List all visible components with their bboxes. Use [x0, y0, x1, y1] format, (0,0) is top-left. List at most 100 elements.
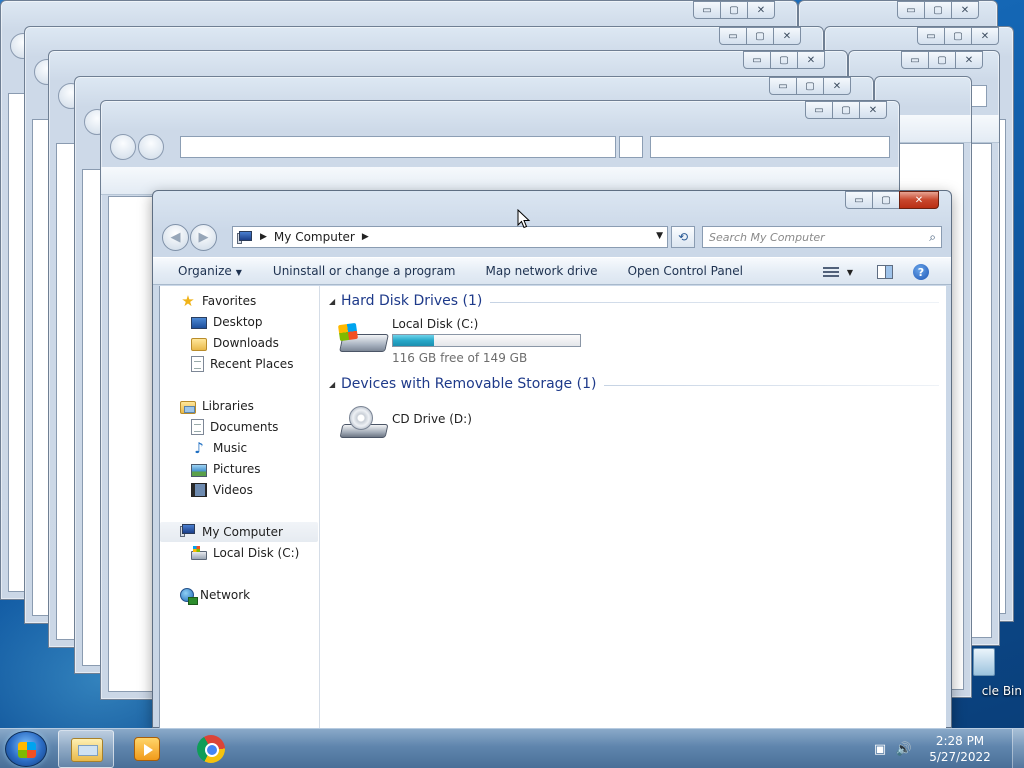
- view-dropdown-icon[interactable]: ▼: [847, 268, 853, 277]
- organize-menu[interactable]: Organize ▼: [153, 264, 242, 278]
- drive-c-name: Local Disk (C:): [392, 317, 479, 331]
- cd-drive-icon: [339, 406, 389, 440]
- start-button[interactable]: [5, 731, 47, 767]
- local-disk-icon: [191, 546, 207, 560]
- hard-disk-icon: [337, 322, 389, 356]
- search-input[interactable]: [709, 230, 909, 244]
- volume-icon[interactable]: 🔊: [896, 741, 912, 757]
- nav-pictures[interactable]: Pictures: [160, 459, 318, 479]
- pictures-icon: [191, 463, 207, 477]
- hard-disk-group-title: Hard Disk Drives (1): [341, 293, 483, 309]
- nav-recent-places[interactable]: Recent Places: [160, 354, 318, 374]
- nav-favorites-label: Favorites: [202, 294, 257, 308]
- drive-item-c[interactable]: Local Disk (C:) 116 GB free of 149 GB: [337, 314, 599, 365]
- chrome-icon: [197, 735, 225, 763]
- help-icon[interactable]: ?: [913, 264, 929, 280]
- window-body: ★ Favorites Desktop Downloads Recent Plac…: [159, 286, 946, 729]
- windows-logo-icon: [18, 742, 36, 758]
- open-control-panel-button[interactable]: Open Control Panel: [598, 264, 743, 278]
- recycle-bin-label: cle Bin: [981, 684, 1022, 698]
- caption-buttons: ▭ ▢ ✕: [845, 191, 939, 211]
- star-icon: ★: [181, 292, 195, 310]
- nav-desktop-label: Desktop: [213, 315, 263, 329]
- group-divider: [604, 384, 939, 386]
- drive-d-name: CD Drive (D:): [392, 412, 472, 426]
- nav-libraries[interactable]: Libraries: [160, 396, 318, 416]
- network-icon: [180, 588, 198, 605]
- nav-network[interactable]: Network: [160, 585, 318, 605]
- recycle-bin-icon: [973, 648, 995, 676]
- preview-pane-icon[interactable]: [877, 265, 893, 279]
- uninstall-program-button[interactable]: Uninstall or change a program: [242, 264, 456, 278]
- group-divider: [490, 301, 939, 303]
- search-box[interactable]: ⌕: [702, 226, 942, 248]
- drive-c-usage-bar: [392, 334, 581, 347]
- nav-my-computer[interactable]: My Computer: [160, 522, 318, 542]
- minimize-button[interactable]: ▭: [845, 191, 873, 209]
- network-tray-icon[interactable]: ▣: [872, 741, 888, 757]
- map-network-drive-button[interactable]: Map network drive: [456, 264, 598, 278]
- desktop-icon: [191, 317, 207, 329]
- refresh-button[interactable]: ⟲: [671, 226, 695, 248]
- organize-label: Organize: [178, 264, 232, 278]
- address-bar[interactable]: ▶ My Computer ▶ ▼: [232, 226, 668, 248]
- taskbar: ▣ 🔊 2:28 PM 5/27/2022: [0, 728, 1024, 768]
- nav-videos[interactable]: Videos: [160, 480, 318, 500]
- navigation-pane: ★ Favorites Desktop Downloads Recent Plac…: [160, 286, 320, 729]
- nav-pictures-label: Pictures: [213, 462, 261, 476]
- nav-my-computer-label: My Computer: [202, 525, 283, 539]
- refresh-icon: ⟲: [677, 230, 689, 244]
- nav-downloads[interactable]: Downloads: [160, 333, 318, 353]
- breadcrumb-my-computer[interactable]: My Computer: [274, 230, 355, 244]
- media-player-icon: [134, 737, 160, 761]
- collapse-triangle-icon[interactable]: ◢: [329, 380, 341, 389]
- maximize-button[interactable]: ▢: [872, 191, 900, 209]
- nav-desktop[interactable]: Desktop: [160, 312, 318, 332]
- nav-videos-label: Videos: [213, 483, 253, 497]
- forward-arrow-icon: ▶: [198, 230, 209, 245]
- nav-music[interactable]: ♪ Music: [160, 438, 318, 458]
- clock[interactable]: 2:28 PM 5/27/2022: [920, 733, 1000, 765]
- magnifier-icon[interactable]: ⌕: [929, 230, 936, 245]
- taskbar-explorer-button[interactable]: [58, 730, 114, 768]
- drive-c-free-space: 116 GB free of 149 GB: [392, 351, 528, 365]
- taskbar-chrome-button[interactable]: [184, 730, 240, 768]
- folder-icon: [71, 738, 103, 762]
- videos-icon: [191, 483, 207, 497]
- breadcrumb-separator-icon[interactable]: ▶: [362, 232, 369, 242]
- recycle-bin-desktop-icon[interactable]: cle Bin: [955, 640, 1024, 710]
- nav-documents[interactable]: Documents: [160, 417, 318, 437]
- libraries-icon: [180, 400, 196, 414]
- nav-documents-label: Documents: [210, 420, 279, 434]
- back-arrow-icon: ◀: [170, 230, 181, 245]
- forward-button[interactable]: ▶: [190, 224, 217, 251]
- taskbar-media-player-button[interactable]: [120, 730, 176, 768]
- group-header-removable[interactable]: ◢ Devices with Removable Storage (1): [329, 374, 939, 394]
- removable-group-title: Devices with Removable Storage (1): [341, 376, 597, 392]
- nav-recent-places-label: Recent Places: [210, 357, 294, 371]
- clock-time: 2:28 PM: [935, 734, 985, 748]
- command-bar: Organize ▼ Uninstall or change a program …: [153, 257, 951, 285]
- nav-network-label: Network: [200, 588, 251, 602]
- collapse-triangle-icon[interactable]: ◢: [329, 297, 341, 306]
- close-button[interactable]: ✕: [899, 191, 939, 209]
- system-tray: ▣ 🔊 2:28 PM 5/27/2022: [872, 729, 1024, 768]
- group-header-hard-disks[interactable]: ◢ Hard Disk Drives (1): [329, 291, 939, 311]
- change-view-icon[interactable]: [822, 266, 839, 278]
- nav-favorites[interactable]: ★ Favorites: [160, 291, 318, 311]
- nav-music-label: Music: [213, 441, 248, 455]
- nav-local-disk[interactable]: Local Disk (C:): [160, 543, 318, 563]
- breadcrumb-separator-icon[interactable]: ▶: [260, 232, 267, 242]
- nav-libraries-label: Libraries: [202, 399, 254, 413]
- explorer-window[interactable]: ▭ ▢ ✕ ◀ ▶ ▶ My Computer ▶ ▼ ⟲ ⌕ Organize…: [152, 190, 952, 729]
- nav-downloads-label: Downloads: [213, 336, 279, 350]
- address-dropdown-icon[interactable]: ▼: [656, 231, 663, 241]
- drive-c-usage-fill: [393, 335, 435, 346]
- clock-date: 5/27/2022: [929, 750, 991, 764]
- content-pane: ◢ Hard Disk Drives (1) Local Disk (C:) 1…: [321, 286, 946, 729]
- drive-item-d[interactable]: CD Drive (D:): [339, 398, 599, 446]
- downloads-folder-icon: [191, 337, 207, 351]
- show-desktop-button[interactable]: [1012, 729, 1024, 768]
- nav-local-disk-label: Local Disk (C:): [213, 546, 300, 560]
- back-button[interactable]: ◀: [162, 224, 189, 251]
